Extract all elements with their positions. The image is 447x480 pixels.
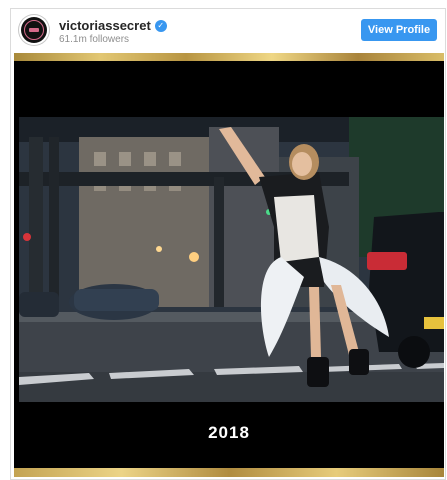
avatar[interactable] <box>21 17 47 43</box>
verified-badge-icon: ✓ <box>154 19 167 32</box>
follower-count: 61.1m followers <box>59 34 130 45</box>
photo-illustration <box>19 117 444 402</box>
username[interactable]: victoriassecret <box>59 18 151 33</box>
post-image[interactable]: 2018 <box>14 53 444 477</box>
profile-header: victoriassecret ✓ 61.1m followers View P… <box>11 9 445 51</box>
gold-brush-border-top <box>14 53 444 61</box>
post-caption-year: 2018 <box>208 423 250 442</box>
gold-brush-border-bottom <box>14 468 444 477</box>
instagram-embed-card: victoriassecret ✓ 61.1m followers View P… <box>10 8 446 480</box>
street-photo <box>19 117 444 402</box>
brand-logo <box>24 20 44 40</box>
view-profile-button[interactable]: View Profile <box>361 19 437 41</box>
username-row: victoriassecret ✓ <box>59 18 167 33</box>
